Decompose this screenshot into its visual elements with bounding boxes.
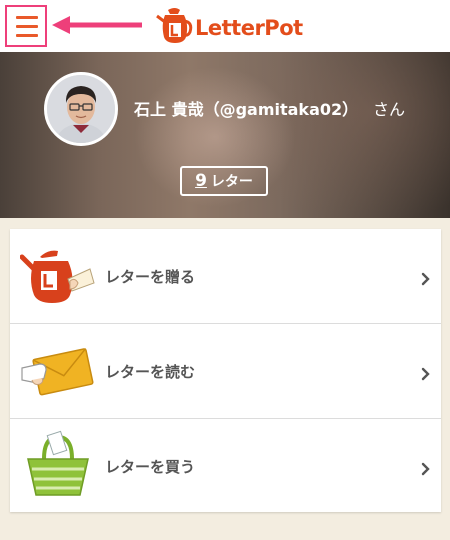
hamburger-icon — [16, 16, 38, 19]
app-header: LetterPot — [0, 0, 450, 52]
main-menu-list: レターを贈る レターを読む レターを買う — [10, 229, 441, 512]
letter-count-button[interactable]: 9 レター — [180, 166, 268, 196]
brand-name: LetterPot — [195, 16, 303, 40]
app-logo[interactable]: LetterPot — [156, 7, 303, 47]
menu-item-label: レターを読む — [105, 363, 196, 381]
chevron-right-icon — [421, 462, 430, 476]
hamburger-icon-bar — [16, 34, 38, 37]
chevron-right-icon — [421, 367, 430, 381]
avatar-portrait — [47, 75, 115, 143]
teapot-send-icon — [20, 250, 95, 303]
menu-item-label: レターを買う — [105, 458, 196, 476]
menu-item-send-letter[interactable]: レターを贈る — [10, 229, 441, 324]
avatar[interactable] — [44, 72, 118, 146]
profile-username: 石上 貴哉（@gamitaka02） — [134, 100, 359, 119]
chevron-right-icon — [421, 272, 430, 286]
menu-item-label: レターを贈る — [105, 268, 196, 286]
basket-buy-icon — [27, 430, 89, 496]
hamburger-menu-button[interactable] — [5, 5, 47, 47]
letter-count-value: 9 — [195, 171, 207, 191]
menu-item-buy-letter[interactable]: レターを買う — [10, 419, 441, 512]
profile-hero: 石上 貴哉（@gamitaka02） さん 9 レター — [0, 52, 450, 218]
hamburger-icon-bar — [16, 25, 38, 28]
envelope-read-icon — [21, 348, 94, 396]
arrow-left-icon — [52, 16, 142, 34]
teapot-logo-icon — [156, 8, 193, 43]
letter-count-unit: レター — [210, 174, 253, 190]
profile-honorific: さん — [373, 100, 406, 119]
menu-item-read-letter[interactable]: レターを読む — [10, 324, 441, 419]
